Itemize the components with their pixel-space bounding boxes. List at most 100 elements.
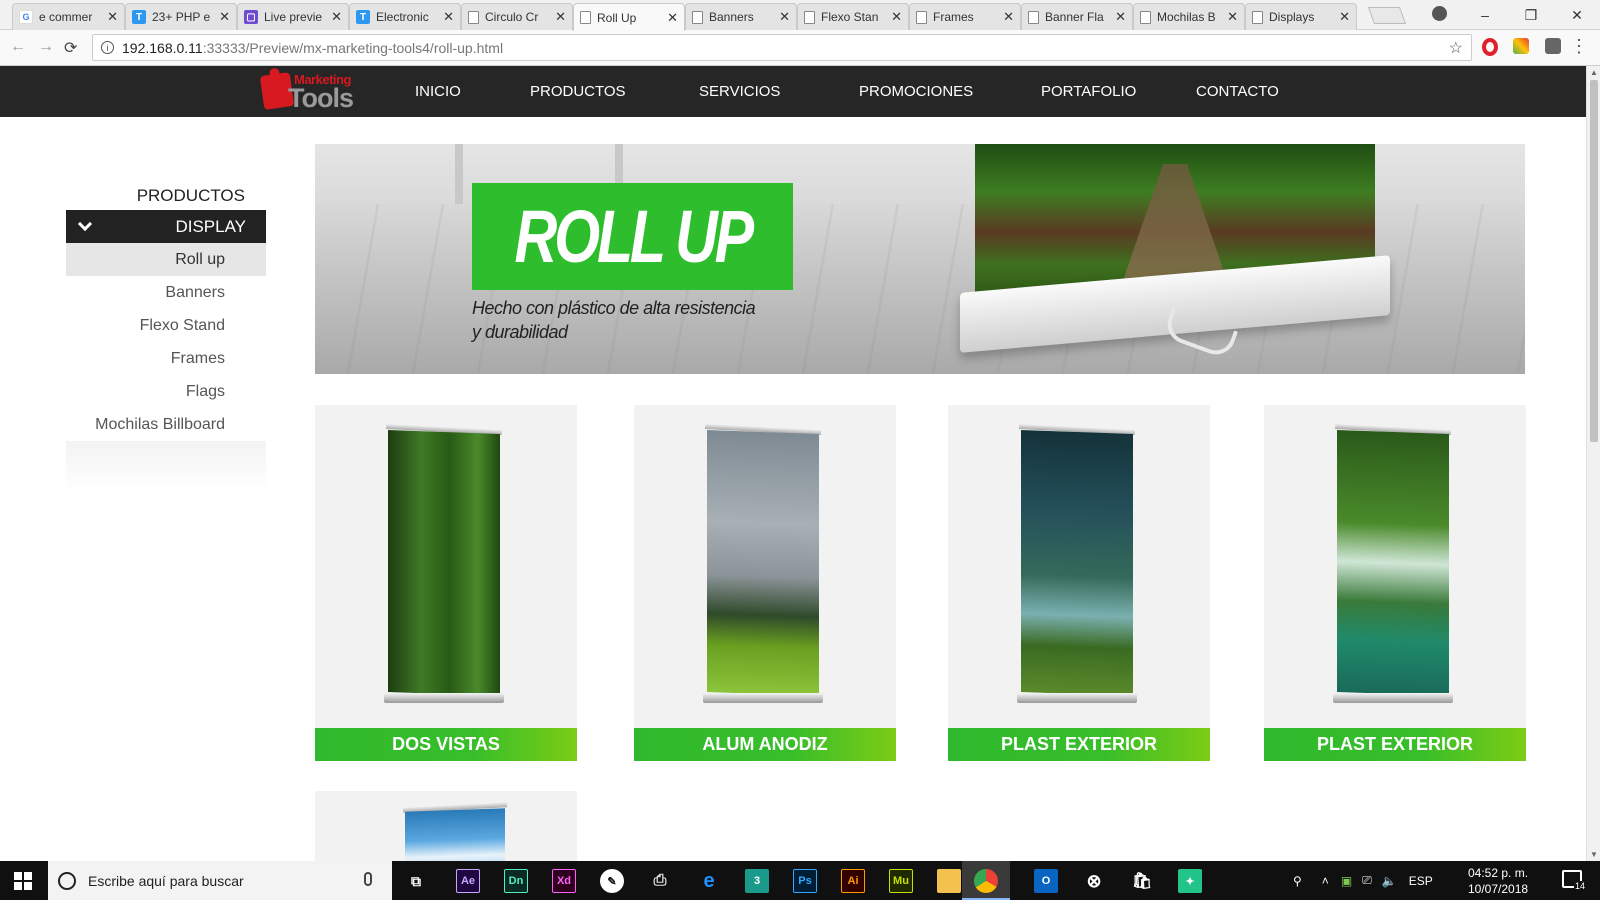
close-tab-icon[interactable]: ✕ xyxy=(667,10,678,26)
browser-tab[interactable]: Mochilas B ✕ xyxy=(1133,3,1245,30)
nav-link-inicio[interactable]: INICIO xyxy=(415,83,461,100)
outlook-icon[interactable]: O xyxy=(1034,869,1058,893)
scroll-thumb[interactable] xyxy=(1590,80,1598,442)
browser-tab[interactable]: Frames ✕ xyxy=(909,3,1021,30)
store-icon[interactable]: 🛍 xyxy=(1130,869,1154,893)
close-tab-icon[interactable]: ✕ xyxy=(1339,9,1350,25)
nav-link-promociones[interactable]: PROMOCIONES xyxy=(859,83,973,100)
search-placeholder: Escribe aquí para buscar xyxy=(88,872,244,889)
chrome-icon[interactable] xyxy=(974,869,998,893)
product-sidebar: PRODUCTOS DISPLAY Roll up Banners Flexo … xyxy=(66,176,266,491)
close-tab-icon[interactable]: ✕ xyxy=(1227,9,1238,25)
close-tab-icon[interactable]: ✕ xyxy=(107,9,118,25)
after-effects-icon[interactable]: Ae xyxy=(456,869,480,893)
browser-tab[interactable]: ▢ Live previe ✕ xyxy=(237,3,349,30)
browser-tab[interactable]: Banner Fla ✕ xyxy=(1021,3,1133,30)
close-tab-icon[interactable]: ✕ xyxy=(331,9,342,25)
sidebar-item-mochilas-billboard[interactable]: Mochilas Billboard xyxy=(66,408,266,441)
product-card[interactable]: ALUM ANODIZ xyxy=(634,405,896,761)
reload-icon[interactable]: ⟳ xyxy=(64,38,77,58)
xd-icon[interactable]: Xd xyxy=(552,869,576,893)
browser-menu-icon[interactable]: ⋮ xyxy=(1570,36,1588,57)
sidebar-item-banners[interactable]: Banners xyxy=(66,276,266,309)
close-tab-icon[interactable]: ✕ xyxy=(443,9,454,25)
product-label[interactable]: DOS VISTAS xyxy=(315,728,577,761)
edge-icon[interactable]: e xyxy=(697,869,721,893)
product-label[interactable]: PLAST EXTERIOR xyxy=(1264,728,1526,761)
page-scrollbar[interactable]: ▲ ▼ xyxy=(1586,66,1600,861)
browser-tab[interactable]: Ge commer ✕ xyxy=(12,3,125,30)
info-icon[interactable]: i xyxy=(101,41,114,54)
chevron-up-icon[interactable]: ˄ xyxy=(1322,874,1329,888)
address-bar[interactable]: i 192.168.0.11:33333/Preview/mx-marketin… xyxy=(92,34,1472,61)
sidebar-category-display[interactable]: DISPLAY xyxy=(66,210,266,243)
forward-icon[interactable]: → xyxy=(38,38,54,56)
scroll-up-icon[interactable]: ▲ xyxy=(1590,68,1598,77)
opera-extension-icon[interactable] xyxy=(1482,38,1498,56)
windows-start-icon[interactable] xyxy=(14,872,32,890)
nav-link-productos[interactable]: PRODUCTOS xyxy=(530,83,626,100)
close-tab-icon[interactable]: ✕ xyxy=(779,9,790,25)
sky-print xyxy=(405,808,505,861)
app-green-icon[interactable]: ✦ xyxy=(1178,869,1202,893)
close-tab-icon[interactable]: ✕ xyxy=(1115,9,1126,25)
nav-link-servicios[interactable]: SERVICIOS xyxy=(699,83,780,100)
color-extension-icon[interactable] xyxy=(1513,38,1529,54)
product-card[interactable]: PLAST EXTERIOR xyxy=(948,405,1210,761)
minimize-button[interactable]: – xyxy=(1462,7,1508,23)
xbox-icon[interactable]: ⊗ xyxy=(1082,869,1106,893)
profile-icon[interactable] xyxy=(1432,6,1447,21)
sidebar-item-roll-up[interactable]: Roll up xyxy=(66,243,266,276)
close-window-button[interactable]: ✕ xyxy=(1554,7,1600,24)
scroll-down-icon[interactable]: ▼ xyxy=(1590,850,1598,859)
back-icon[interactable]: ← xyxy=(10,38,26,56)
product-label[interactable]: PLAST EXTERIOR xyxy=(948,728,1210,761)
sidebar-item-frames[interactable]: Frames xyxy=(66,342,266,375)
muse-icon[interactable]: Mu xyxy=(889,869,913,893)
browser-tab[interactable]: T Electronic ✕ xyxy=(349,3,461,30)
printer-icon[interactable]: ⎙ xyxy=(648,869,672,893)
microphone-icon[interactable] xyxy=(364,872,372,886)
network-icon[interactable]: ⎚ xyxy=(1362,873,1372,888)
browser-tab[interactable]: Flexo Stan ✕ xyxy=(797,3,909,30)
nav-link-portafolio[interactable]: PORTAFOLIO xyxy=(1041,83,1136,100)
close-tab-icon[interactable]: ✕ xyxy=(1003,9,1014,25)
product-label[interactable]: ALUM ANODIZ xyxy=(634,728,896,761)
battery-app-icon[interactable]: ▣ xyxy=(1341,874,1352,888)
browser-tab[interactable]: Displays ✕ xyxy=(1245,3,1357,30)
nav-link-contacto[interactable]: CONTACTO xyxy=(1196,83,1279,100)
close-tab-icon[interactable]: ✕ xyxy=(219,9,230,25)
product-card[interactable]: DOS VISTAS xyxy=(315,405,577,761)
browser-tab[interactable]: T 23+ PHP e ✕ xyxy=(125,3,237,30)
restore-button[interactable]: ❐ xyxy=(1508,7,1554,24)
close-tab-icon[interactable]: ✕ xyxy=(555,9,566,25)
file-explorer-icon[interactable] xyxy=(937,869,961,893)
taskbar-search[interactable]: Escribe aquí para buscar xyxy=(48,861,392,900)
browser-tab[interactable]: Circulo Cr ✕ xyxy=(461,3,573,30)
close-tab-icon[interactable]: ✕ xyxy=(891,9,902,25)
browser-tab-active[interactable]: Roll Up ✕ xyxy=(573,3,685,31)
product-card[interactable] xyxy=(315,791,577,861)
app-icon[interactable]: ✎ xyxy=(600,869,624,893)
illustrator-icon[interactable]: Ai xyxy=(841,869,865,893)
dimension-icon[interactable]: Dn xyxy=(504,869,528,893)
t-icon: T xyxy=(356,10,370,24)
sidebar-item-flags[interactable]: Flags xyxy=(66,375,266,408)
site-logo[interactable]: Marketing Tools xyxy=(259,72,360,113)
taskbar-clock[interactable]: 04:52 p. m. 10/07/2018 xyxy=(1468,865,1528,897)
extension-icon[interactable] xyxy=(1545,38,1561,54)
3ds-max-icon[interactable]: 3 xyxy=(745,869,769,893)
language-indicator[interactable]: ESP xyxy=(1409,874,1433,888)
sidebar-category-label: DISPLAY xyxy=(175,216,246,236)
new-tab-button[interactable] xyxy=(1367,7,1407,24)
bookmark-star-icon[interactable]: ☆ xyxy=(1449,38,1463,58)
tab-title: 23+ PHP e xyxy=(152,10,211,24)
page-icon xyxy=(1028,10,1039,24)
task-view-icon[interactable]: ⧉ xyxy=(404,869,428,893)
sidebar-item-flexo-stand[interactable]: Flexo Stand xyxy=(66,309,266,342)
browser-tab[interactable]: Banners ✕ xyxy=(685,3,797,30)
product-card[interactable]: PLAST EXTERIOR xyxy=(1264,405,1526,761)
photoshop-icon[interactable]: Ps xyxy=(793,869,817,893)
volume-icon[interactable]: 🔈 xyxy=(1382,874,1397,888)
people-icon[interactable]: ⚲ xyxy=(1293,874,1302,888)
